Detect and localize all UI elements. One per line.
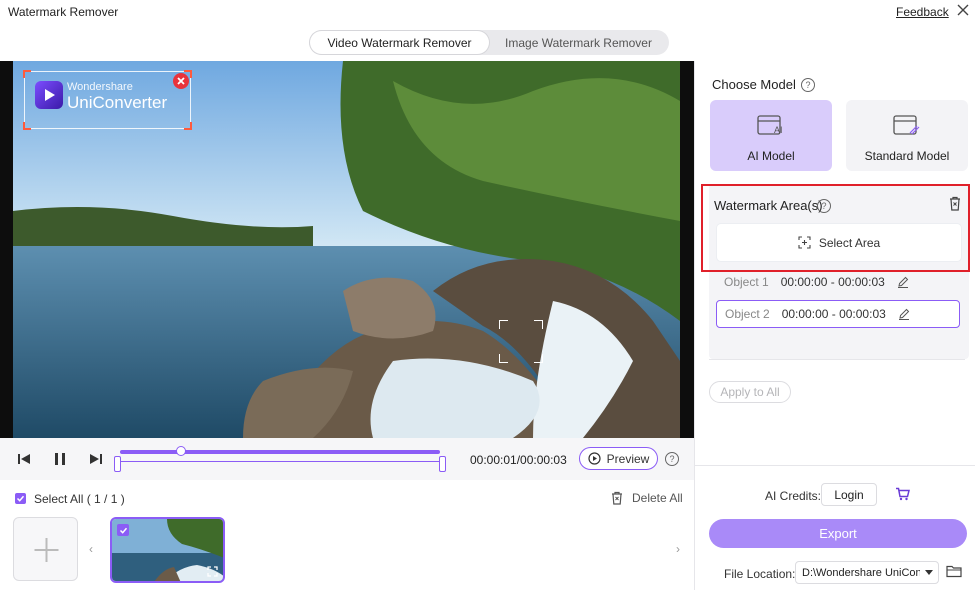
cart-icon[interactable] xyxy=(895,487,910,504)
watermark-areas-title: Watermark Area(s) xyxy=(714,198,823,213)
timeline-track[interactable] xyxy=(120,450,440,454)
resize-handle-top-left[interactable] xyxy=(23,70,31,78)
thumbnail-checkbox[interactable] xyxy=(117,524,129,536)
object-name: Object 1 xyxy=(724,275,769,289)
uniconverter-logo-icon xyxy=(35,81,63,109)
trim-end-handle[interactable] xyxy=(439,456,446,472)
ai-model-label: AI Model xyxy=(747,149,795,163)
select-area-button[interactable]: Select Area xyxy=(717,224,961,261)
preview-play-icon xyxy=(588,452,601,465)
watermark-areas-help-icon[interactable]: ? xyxy=(817,199,831,213)
tab-image-watermark-remover[interactable]: Image Watermark Remover xyxy=(489,31,668,54)
video-thumbnail[interactable] xyxy=(110,517,225,583)
trim-start-handle[interactable] xyxy=(114,456,121,472)
add-file-button[interactable] xyxy=(13,517,78,581)
choose-model-label: Choose Model xyxy=(712,77,796,92)
fullscreen-icon[interactable] xyxy=(207,566,218,577)
trash-icon xyxy=(612,491,622,505)
tab-video-watermark-remover[interactable]: Video Watermark Remover xyxy=(310,31,489,54)
next-frame-icon[interactable] xyxy=(88,451,104,467)
plus-icon xyxy=(34,538,59,562)
edit-icon[interactable] xyxy=(897,276,909,288)
apply-to-all-button[interactable]: Apply to All xyxy=(709,381,791,403)
video-preview: Wondershare UniConverter xyxy=(0,61,694,438)
playhead-knob[interactable] xyxy=(175,446,186,456)
file-location-value: D:\Wondershare UniCon xyxy=(802,566,920,579)
watermark-selection-box[interactable]: Wondershare UniConverter xyxy=(23,70,192,130)
feedback-link[interactable]: Feedback xyxy=(896,5,949,19)
select-area-label: Select Area xyxy=(818,235,881,250)
watermark-area-highlight: Watermark Area(s) ? Select Area xyxy=(701,184,970,272)
resize-handle-bottom-right[interactable] xyxy=(184,122,192,130)
ai-model-card[interactable]: AI AI Model xyxy=(710,100,832,171)
scroll-left-icon[interactable]: ‹ xyxy=(89,542,93,556)
object-time: 00:00:00 - 00:00:03 xyxy=(781,307,886,321)
select-all-checkbox[interactable] xyxy=(15,493,26,504)
standard-model-label: Standard Model xyxy=(864,149,950,163)
timeline[interactable] xyxy=(114,444,446,476)
video-frame: Wondershare UniConverter xyxy=(13,61,680,438)
previous-frame-icon[interactable] xyxy=(16,451,32,467)
chevron-down-icon xyxy=(925,569,933,575)
help-icon[interactable]: ? xyxy=(665,452,679,466)
pause-icon[interactable] xyxy=(52,451,68,467)
export-button[interactable]: Export xyxy=(709,519,967,548)
playback-controls: 00:00:01/00:00:03 Preview ? xyxy=(0,438,694,480)
settings-panel: Choose Model ? AI AI Model Standard Mode… xyxy=(695,61,975,590)
scroll-right-icon[interactable]: › xyxy=(676,542,680,556)
standard-model-card[interactable]: Standard Model xyxy=(846,100,968,171)
select-all-label: Select All ( 1 / 1 ) xyxy=(34,492,125,506)
ai-credits-label: AI Credits: xyxy=(765,489,822,503)
login-button[interactable]: Login xyxy=(821,483,877,506)
watermark-brand-top: Wondershare xyxy=(67,81,133,93)
remove-watermark-area-icon[interactable] xyxy=(173,73,189,89)
section-divider xyxy=(709,359,965,360)
app-title: Watermark Remover xyxy=(8,5,119,19)
folder-icon[interactable] xyxy=(946,564,962,581)
export-section: AI Credits: Login Export File Location: … xyxy=(695,465,975,590)
file-location-select[interactable]: D:\Wondershare UniCon xyxy=(795,561,939,584)
file-location-label: File Location: xyxy=(724,567,796,581)
file-list-bar: Select All ( 1 / 1 ) Delete All ‹ › xyxy=(0,480,694,590)
edit-icon[interactable] xyxy=(898,308,910,320)
svg-text:AI: AI xyxy=(774,125,783,135)
select-area-icon xyxy=(798,236,811,249)
preview-label: Preview xyxy=(606,451,650,466)
standard-model-icon xyxy=(893,115,920,135)
focus-frame-icon xyxy=(499,320,543,363)
object-time: 00:00:00 - 00:00:03 xyxy=(780,275,885,289)
clear-areas-icon[interactable] xyxy=(948,196,962,214)
time-display: 00:00:01/00:00:03 xyxy=(470,453,567,467)
ai-model-icon: AI xyxy=(757,115,783,135)
delete-all-label: Delete All xyxy=(632,491,683,505)
trim-range xyxy=(118,461,442,467)
preview-button[interactable]: Preview xyxy=(579,447,658,470)
delete-all-button[interactable]: Delete All xyxy=(610,491,683,505)
mode-tabs: Video Watermark Remover Image Watermark … xyxy=(309,30,669,55)
object-name: Object 2 xyxy=(725,307,770,321)
object-row-1[interactable]: Object 1 00:00:00 - 00:00:03 xyxy=(716,268,960,296)
object-row-2[interactable]: Object 2 00:00:00 - 00:00:03 xyxy=(716,300,960,328)
title-bar: Watermark Remover Feedback xyxy=(0,0,975,24)
resize-handle-bottom-left[interactable] xyxy=(23,122,31,130)
choose-model-help-icon[interactable]: ? xyxy=(801,78,815,92)
watermark-brand-main: UniConverter xyxy=(67,93,168,112)
close-icon[interactable] xyxy=(955,2,971,18)
